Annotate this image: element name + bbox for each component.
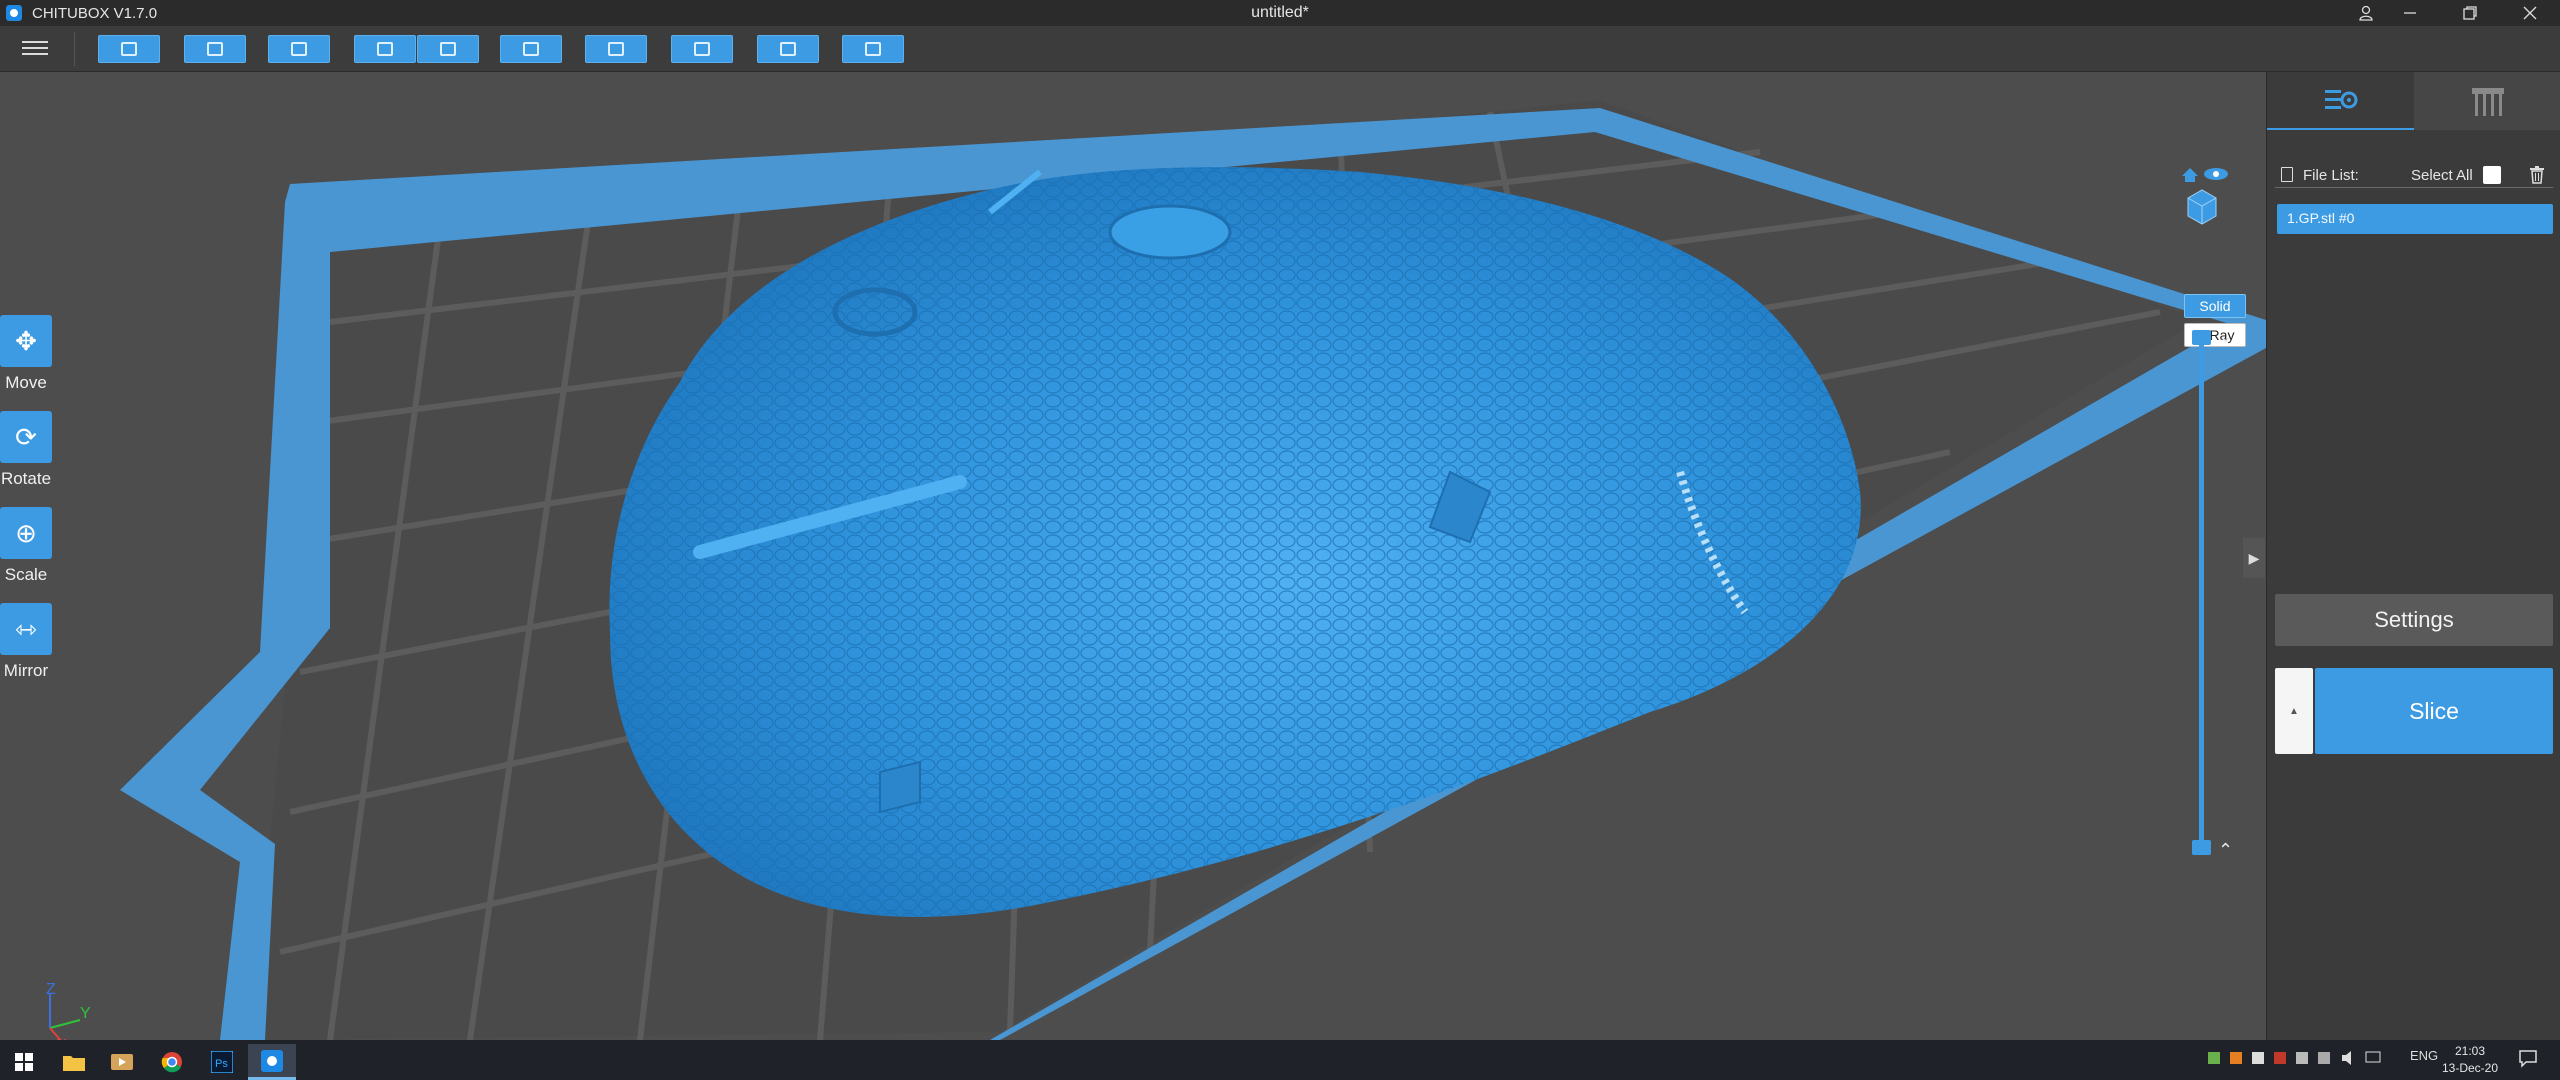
close-icon[interactable] [2500,0,2560,26]
save-file-icon [207,42,223,56]
collapse-panel-icon[interactable]: ▶ [2243,538,2265,578]
axis-gizmo: Z Y X [36,982,106,1040]
solid-view-button[interactable]: Solid [2184,294,2246,318]
minimize-icon[interactable] [2380,0,2440,26]
export-button[interactable] [417,35,479,63]
restore-icon[interactable] [2440,0,2500,26]
import-button[interactable] [354,35,416,63]
file-list-item[interactable]: 1.GP.stl #0 [2277,204,2553,234]
export-icon [440,42,456,56]
layer-slider-track[interactable] [2199,336,2204,848]
notification-icon[interactable] [2518,1048,2538,1071]
rotate-icon: ⟳ [0,411,52,463]
windows-taskbar: Ps ENG 21:03 13-Dec-20 [0,1040,2560,1080]
tool-rotate-label: Rotate [0,469,52,488]
layer-slider-bottom-handle[interactable] [2192,840,2211,855]
layout-icon [523,42,539,56]
settings-list-icon [2324,90,2357,109]
build-plate-scene [120,100,2266,1040]
open-file-button[interactable] [98,35,160,63]
settings-button[interactable]: Settings [2275,594,2553,646]
tool-rotate[interactable]: ⟳ Rotate [0,411,52,489]
open-file-icon [121,42,137,56]
tool-scale-label: Scale [4,565,48,584]
scale-icon: ⊕ [0,507,52,559]
main-toolbar [0,26,2560,72]
tool-mirror[interactable]: ⇿ Mirror [0,603,52,681]
tool-mirror-label: Mirror [3,661,49,680]
fill-icon [780,42,796,56]
chevron-up-icon[interactable]: ⌃ [2218,840,2233,861]
support-table-icon [2471,88,2504,116]
hollow-button[interactable] [585,35,647,63]
move-icon: ✥ [0,315,52,367]
svg-text:Ps: Ps [215,1058,228,1070]
chitubox-window: CHITUBOX V1.7.0 untitled* ✥ Move ⟳ Rotat… [0,0,2560,1080]
windows-start-icon[interactable] [0,1044,48,1080]
title-bar: CHITUBOX V1.7.0 untitled* [0,0,2560,26]
hollow-icon [608,42,624,56]
media-player-icon[interactable] [98,1044,146,1080]
drain-hole-icon [694,42,710,56]
tab-file-settings[interactable] [2267,72,2414,130]
home-view-icon [2182,168,2198,182]
toolbar-divider [74,32,75,66]
document-title: untitled* [1251,4,1309,21]
file-list-label: File List: [2303,167,2359,184]
chrome-icon[interactable] [148,1044,196,1080]
save-file-button[interactable] [184,35,246,63]
mirror-icon: ⇿ [0,603,52,655]
select-all-icon [291,42,307,56]
slice-button[interactable]: Slice [2315,668,2553,754]
chevron-down-icon[interactable]: ⌄ [2218,326,2233,347]
select-all-checkbox[interactable] [2483,166,2501,184]
treasure-pile-model [609,167,1861,917]
select-all-label: Select All [2411,167,2473,184]
axis-z-label: Z [46,982,56,998]
clock-date: 13-Dec-20 [2441,1061,2499,1075]
slice-options-toggle[interactable]: ▲ [2275,668,2313,754]
tool-scale[interactable]: ⊕ Scale [0,507,52,585]
drain-hole-button[interactable] [671,35,733,63]
fill-button[interactable] [757,35,819,63]
view-cube[interactable] [2180,164,2230,230]
photoshop-icon[interactable]: Ps [198,1044,246,1080]
document-icon [2281,167,2293,182]
chitubox-icon[interactable] [248,1044,296,1080]
tool-move-label: Move [5,373,47,392]
hamburger-menu-icon[interactable] [22,38,48,60]
tool-move[interactable]: ✥ Move [0,315,52,393]
tray-icons[interactable] [2206,1048,2392,1071]
import-icon [377,42,393,56]
file-explorer-icon[interactable] [50,1044,98,1080]
file-list-header: File List: Select All [2275,164,2553,188]
layout-button[interactable] [500,35,562,63]
language-indicator[interactable]: ENG [2410,1048,2438,1063]
system-clock[interactable]: 21:03 13-Dec-20 [2440,1043,2500,1077]
tab-supports[interactable] [2414,72,2560,130]
support-icon [865,42,881,56]
support-button[interactable] [842,35,904,63]
axis-y-label: Y [80,1005,91,1022]
layer-slider-top-handle[interactable] [2192,330,2211,345]
select-all-button[interactable] [268,35,330,63]
right-panel: ▶ File List: Select All 1.GP.stl #0 Sett… [2243,72,2560,1040]
clock-time: 21:03 [2454,1044,2486,1058]
3d-viewport[interactable]: ✥ Move ⟳ Rotate ⊕ Scale ⇿ Mirror Solid X… [0,72,2266,1040]
trash-icon[interactable] [2529,166,2545,184]
